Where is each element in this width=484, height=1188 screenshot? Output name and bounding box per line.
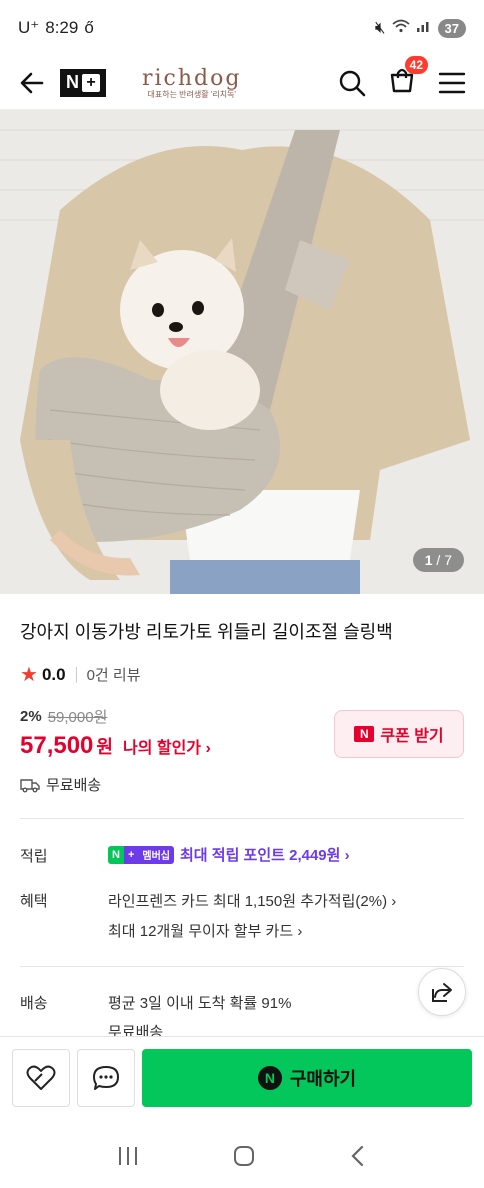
shipping-row: 무료배송 <box>20 774 101 795</box>
cart-button[interactable]: 42 <box>388 56 428 99</box>
share-button[interactable] <box>418 968 466 1016</box>
product-title: 강아지 이동가방 리토가토 위들리 길이조절 슬링백 <box>20 622 393 642</box>
app-header: N + richdog 대표하는 반려생활 '리치독' 42 <box>0 56 484 110</box>
delivery-label: 배송 <box>20 995 48 1012</box>
buy-button[interactable]: N 구매하기 <box>142 1049 472 1107</box>
home-icon[interactable] <box>232 1144 256 1168</box>
max-points-text: 최대 적립 포인트 2,449원 › <box>180 847 350 864</box>
card-benefit-link[interactable]: 라인프렌즈 카드 최대 1,150원 추가적립(2%) › <box>108 890 396 911</box>
price-unit: 원 <box>96 737 113 757</box>
delivery-estimate: 평균 3일 이내 도착 확률 91% <box>108 995 292 1012</box>
recent-apps-icon[interactable] <box>116 1146 140 1166</box>
points-label: 적립 <box>20 848 48 865</box>
back-icon[interactable] <box>348 1144 368 1168</box>
truck-icon <box>20 778 40 792</box>
heart-icon <box>26 1065 56 1090</box>
points-row[interactable]: N + 멤버십 최대 적립 포인트 2,449원 › <box>108 844 350 865</box>
discount-percent: 2% <box>20 708 42 725</box>
installment-link[interactable]: 최대 12개월 무이자 할부 카드 › <box>108 920 302 941</box>
status-bar: U⁺ 8:29 ő 🔇︎ 37 <box>0 0 484 56</box>
shipping-text: 무료배송 <box>46 777 102 794</box>
nplus-logo[interactable]: N + <box>60 68 106 97</box>
mute-icon: 🔇︎ <box>374 18 386 37</box>
system-nav-bar <box>0 1124 484 1188</box>
discount-row: 2% 59,000원 <box>20 706 107 727</box>
naver-n-icon: N <box>354 726 375 742</box>
brand-subtitle: 대표하는 반려생활 '리치독' <box>147 89 236 99</box>
data-saver-icon: ő <box>84 18 94 37</box>
back-arrow-icon[interactable] <box>18 69 46 97</box>
star-icon: ★ <box>20 664 38 686</box>
rating-row[interactable]: ★ 0.0 0건 리뷰 <box>20 662 141 687</box>
menu-icon[interactable] <box>438 71 466 95</box>
wishlist-button[interactable] <box>12 1049 70 1107</box>
original-price: 59,000원 <box>47 709 108 726</box>
brand-logo[interactable]: richdog 대표하는 반려생활 '리치독' <box>142 66 241 100</box>
coupon-button[interactable]: N 쿠폰 받기 <box>334 710 464 758</box>
rating-score: 0.0 <box>41 664 66 684</box>
sale-price: 57,500 <box>20 732 94 759</box>
my-discount-link[interactable]: 나의 할인가 › <box>123 734 211 758</box>
review-count[interactable]: 0건 리뷰 <box>87 664 141 685</box>
cart-count-badge: 42 <box>404 56 428 74</box>
search-icon[interactable] <box>338 69 366 97</box>
product-image-gallery[interactable]: 1 / 7 <box>0 110 484 594</box>
plus-icon: + <box>82 73 100 92</box>
price-row: 57,500 원 나의 할인가 › <box>20 732 211 760</box>
chat-bubble-icon <box>93 1066 119 1090</box>
naver-membership-badge: N + 멤버십 <box>108 845 174 864</box>
battery-indicator: 37 <box>437 18 466 38</box>
section-divider <box>20 818 464 819</box>
benefits-label: 혜택 <box>20 893 48 910</box>
signal-icon <box>416 18 432 38</box>
section-divider <box>20 966 464 967</box>
carrier-label: U⁺ <box>18 18 40 37</box>
wifi-icon <box>391 18 410 38</box>
buy-label: 구매하기 <box>289 1069 357 1089</box>
product-photo <box>0 110 484 594</box>
coupon-label: 쿠폰 받기 <box>380 728 444 745</box>
talk-button[interactable] <box>77 1049 135 1107</box>
brand-name: richdog <box>142 65 242 91</box>
divider <box>75 666 77 683</box>
clock: 8:29 <box>45 18 79 37</box>
naver-n-icon: N <box>257 1066 282 1090</box>
share-icon <box>432 983 452 1002</box>
bottom-action-bar: N 구매하기 <box>0 1036 484 1124</box>
image-counter: 1 / 7 <box>412 548 464 572</box>
